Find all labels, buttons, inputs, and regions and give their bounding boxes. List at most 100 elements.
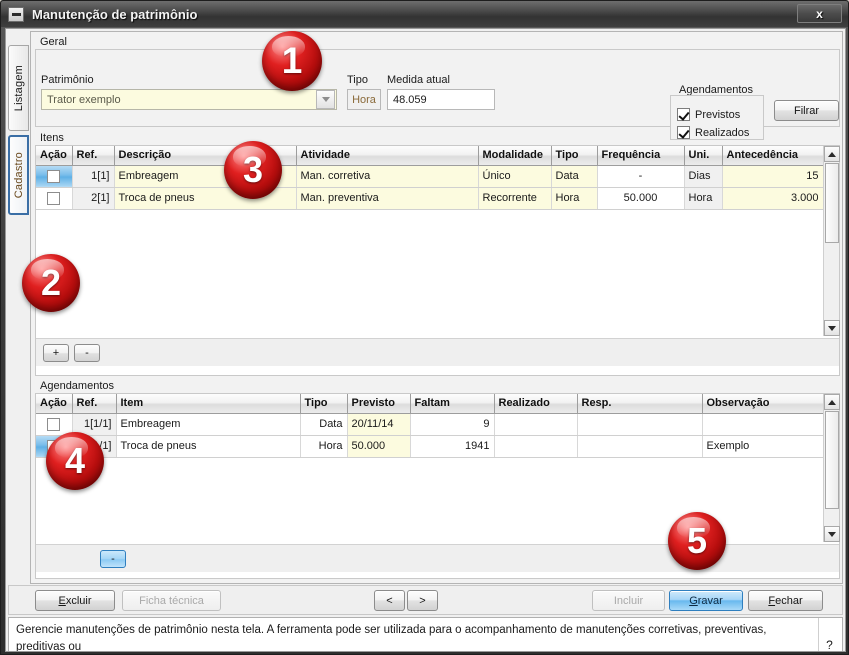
col-modalidade[interactable]: Modalidade [478,146,552,166]
gravar-accel: G [689,594,698,607]
agd-cell-tipo: Hora [300,435,348,458]
col-resp[interactable]: Resp. [577,394,703,414]
filtrar-button[interactable]: Filrar [774,100,839,121]
checkbox-realizados-label: Realizados [695,126,750,139]
agd-cell-observacao[interactable] [702,413,823,436]
tipo-value: Hora [347,89,381,110]
agd-cell-observacao[interactable]: Exemplo [702,435,823,458]
close-button[interactable]: x [797,4,842,23]
agendamentos-table: Ação Ref. Item Tipo Previsto Faltam Real… [36,394,823,458]
application-window: Manutenção de patrimônio x Listagem Cada… [0,0,849,655]
scroll-up-icon[interactable] [824,146,840,162]
agd-cell-item: Embreagem [116,413,301,436]
gravar-rest: ravar [697,594,723,607]
table-row[interactable]: 2[1/1] Troca de pneus Hora 50.000 1941 E… [36,435,823,458]
row-checkbox[interactable] [47,191,61,205]
checkbox-realizados[interactable]: Realizados [677,126,749,139]
itens-cell-antecedencia[interactable]: 15 [722,165,823,188]
medida-atual-label: Medida atual [387,74,450,86]
itens-remove-button[interactable]: - [74,344,100,362]
excluir-accel: E [58,594,66,607]
itens-cell-modalidade[interactable]: Recorrente [478,187,552,210]
itens-cell-tipo[interactable]: Hora [551,187,598,210]
help-button[interactable]: ? [818,618,840,651]
agd-cell-acao[interactable] [36,413,73,436]
scroll-down-icon[interactable] [824,320,840,336]
checkbox-previstos-label: Previstos [695,108,741,121]
col-realizado[interactable]: Realizado [494,394,578,414]
vertical-tab-strip: Listagem Cadastro [6,29,30,651]
agendamentos-group-label: Agendamentos [40,380,114,392]
itens-cell-acao[interactable] [36,165,73,188]
gravar-button[interactable]: Gravar [669,590,743,611]
callout-badge-2: 2 [22,254,80,312]
itens-cell-uni: Dias [684,165,723,188]
itens-cell-atividade[interactable]: Man. preventiva [296,187,479,210]
agendamentos-remove-button[interactable]: - [100,550,126,568]
col-acao[interactable]: Ação [36,394,73,414]
fechar-button[interactable]: Fechar [748,590,823,611]
table-row[interactable]: 2[1] Troca de pneus Man. preventiva Reco… [36,187,823,210]
col-observacao[interactable]: Observação [702,394,823,414]
col-uni[interactable]: Uni. [684,146,723,166]
app-root: Manutenção de patrimônio x Listagem Cada… [0,0,849,655]
col-item[interactable]: Item [116,394,301,414]
itens-cell-frequencia[interactable]: 50.000 [597,187,685,210]
itens-cell-atividade[interactable]: Man. corretiva [296,165,479,188]
agd-cell-resp[interactable] [577,413,703,436]
status-line-1: Gerencie manutenções de patrimônio nesta… [16,624,767,652]
sidebar-item-cadastro[interactable]: Cadastro [8,135,29,215]
row-checkbox[interactable] [47,169,61,183]
row-checkbox[interactable] [47,417,61,431]
col-faltam[interactable]: Faltam [410,394,495,414]
chevron-down-icon[interactable] [316,90,335,109]
patrimonio-label: Patrimônio [41,74,94,86]
itens-cell-antecedencia[interactable]: 3.000 [722,187,823,210]
ficha-tecnica-button: Ficha técnica [122,590,221,611]
col-atividade[interactable]: Atividade [296,146,479,166]
agd-cell-resp[interactable] [577,435,703,458]
prev-record-button[interactable]: < [374,590,405,611]
checkbox-previstos[interactable]: Previstos [677,108,740,121]
excluir-button[interactable]: Excluir [35,590,115,611]
table-row[interactable]: 1[1/1] Embreagem Data 20/11/14 9 [36,413,823,436]
scroll-thumb[interactable] [825,163,839,243]
itens-group-label: Itens [40,132,64,144]
col-ref[interactable]: Ref. [72,146,115,166]
agd-cell-realizado[interactable] [494,413,578,436]
sidebar-item-listagem[interactable]: Listagem [8,45,29,131]
scroll-up-icon[interactable] [824,394,840,410]
agd-cell-realizado[interactable] [494,435,578,458]
table-row[interactable]: 1[1] Embreagem Man. corretiva Único Data… [36,165,823,188]
itens-vertical-scrollbar[interactable] [823,146,840,336]
next-record-button[interactable]: > [407,590,438,611]
title-bar[interactable]: Manutenção de patrimônio x [1,1,848,27]
medida-atual-input[interactable]: 48.059 [387,89,495,110]
callout-badge-4: 4 [46,432,104,490]
itens-cell-modalidade[interactable]: Único [478,165,552,188]
col-previsto[interactable]: Previsto [347,394,411,414]
itens-cell-acao[interactable] [36,187,73,210]
agd-cell-previsto[interactable]: 50.000 [347,435,411,458]
col-antecedencia[interactable]: Antecedência [722,146,823,166]
col-acao[interactable]: Ação [36,146,73,166]
itens-cell-frequencia[interactable]: - [597,165,685,188]
minimize-icon[interactable] [8,6,24,22]
patrimonio-combobox[interactable]: Trator exemplo [41,89,337,110]
col-tipo[interactable]: Tipo [300,394,348,414]
main-panel: Geral Patrimônio Trator exemplo Tipo Hor… [30,31,843,584]
tab-label-cadastro: Cadastro [12,151,25,199]
col-frequencia[interactable]: Frequência [597,146,685,166]
window-title: Manutenção de patrimônio [32,6,198,22]
agd-cell-previsto[interactable]: 20/11/14 [347,413,411,436]
itens-add-button[interactable]: + [43,344,69,362]
itens-header-row: Ação Ref. Descrição Atividade Modalidade… [36,146,823,166]
agendamentos-vertical-scrollbar[interactable] [823,394,840,542]
itens-cell-tipo[interactable]: Data [551,165,598,188]
scroll-thumb[interactable] [825,411,839,509]
col-tipo[interactable]: Tipo [551,146,598,166]
col-ref[interactable]: Ref. [72,394,117,414]
scroll-down-icon[interactable] [824,526,840,542]
itens-grid[interactable]: Ação Ref. Descrição Atividade Modalidade… [36,146,823,336]
agendamentos-header-row: Ação Ref. Item Tipo Previsto Faltam Real… [36,394,823,414]
